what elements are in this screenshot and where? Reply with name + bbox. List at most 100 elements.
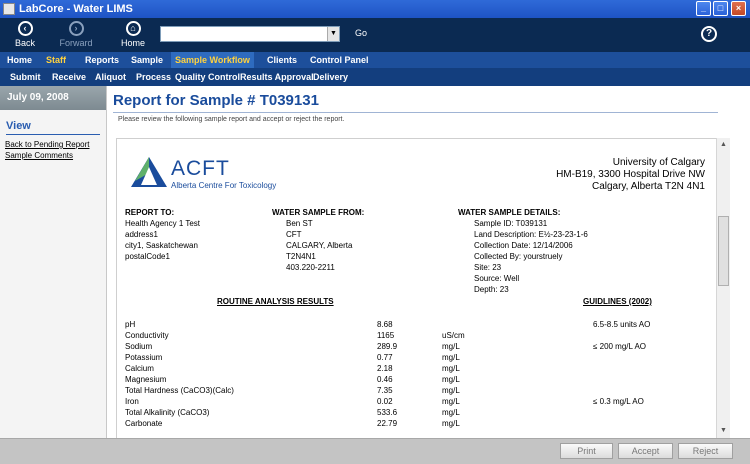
report-pane: ACFT Alberta Centre For Toxicology Unive… (116, 138, 720, 438)
water-sample-from-line: CFT (286, 230, 302, 239)
address-combo[interactable]: ▼ (160, 26, 340, 42)
report-to-line: address1 (125, 230, 158, 239)
back-to-pending-report-link[interactable]: Back to Pending Report (5, 139, 106, 150)
subnav-delivery[interactable]: Delivery (313, 68, 348, 86)
report-to-line: postalCode1 (125, 252, 170, 261)
water-sample-from-block: WATER SAMPLE FROM: Ben ST CFT CALGARY, A… (272, 207, 364, 273)
table-row: Conductivity 1165 uS/cm (125, 330, 705, 341)
analyte-unit: mg/L (442, 375, 460, 384)
scroll-down-icon[interactable]: ▼ (718, 425, 729, 436)
analyte-unit: mg/L (442, 386, 460, 395)
print-button[interactable]: Print (560, 443, 613, 459)
nav-sample[interactable]: Sample (127, 52, 167, 68)
water-sample-from-line: 403.220-2211 (286, 263, 335, 272)
table-row: Total Hardness (CaCO3)(Calc) 7.35 mg/L (125, 385, 705, 396)
analyte-value: 22.79 (377, 419, 398, 428)
back-arrow-icon: ‹ (17, 21, 33, 36)
logo-brand: ACFT (171, 157, 230, 180)
analyte-name: Conductivity (125, 331, 169, 340)
close-button[interactable]: × (731, 1, 746, 16)
nav-control-panel[interactable]: Control Panel (306, 52, 373, 68)
home-label: Home (120, 38, 145, 48)
sidebar-divider (6, 134, 100, 135)
nav-sample-workflow[interactable]: Sample Workflow (171, 52, 254, 68)
subnav-quality-control[interactable]: Quality Control (175, 68, 240, 86)
water-sample-from-line: T2N4N1 (286, 252, 316, 261)
app-icon (3, 3, 15, 15)
lab-address: University of Calgary HM-B19, 3300 Hospi… (556, 157, 705, 193)
analyte-guideline: ≤ 0.3 mg/L AO (593, 397, 644, 406)
window-title: LabCore - Water LIMS (19, 3, 133, 15)
title-bar: LabCore - Water LIMS _ □ × (0, 0, 750, 18)
table-row: Iron 0.02 mg/L ≤ 0.3 mg/L AO (125, 396, 705, 407)
minimize-button[interactable]: _ (696, 1, 711, 16)
sidebar: July 09, 2008 View Back to Pending Repor… (0, 86, 107, 464)
guidelines-header: GUIDLINES (2002) (583, 297, 652, 306)
table-row: Carbonate 22.79 mg/L (125, 418, 705, 429)
analyte-unit: mg/L (442, 419, 460, 428)
page-title: Report for Sample # T039131 (113, 92, 319, 109)
scrollbar-thumb[interactable] (718, 216, 729, 286)
sidebar-date: July 09, 2008 (0, 86, 106, 110)
report-scrollbar[interactable]: ▲ ▼ (716, 138, 730, 438)
table-row: Sodium 289.9 mg/L ≤ 200 mg/L AO (125, 341, 705, 352)
address-line: Calgary, Alberta T2N 4N1 (591, 181, 705, 192)
sample-detail-line: Land Description: E½-23-23-1-6 (474, 230, 588, 239)
analyte-unit: uS/cm (442, 331, 465, 340)
forward-button[interactable]: › Forward (53, 21, 99, 48)
maximize-button[interactable]: □ (713, 1, 728, 16)
reject-button[interactable]: Reject (678, 443, 733, 459)
analyte-name: Carbonate (125, 419, 163, 428)
analyte-value: 2.18 (377, 364, 393, 373)
analyte-value: 8.68 (377, 320, 393, 329)
table-row: Total Alkalinity (CaCO3) 533.6 mg/L (125, 407, 705, 418)
subnav-results-approval[interactable]: Results Approval (240, 68, 314, 86)
analyte-unit: mg/L (442, 364, 460, 373)
analyte-unit: mg/L (442, 408, 460, 417)
nav-staff[interactable]: Staff (42, 52, 70, 68)
analyte-name: Sodium (125, 342, 153, 351)
forward-arrow-icon: › (68, 21, 84, 36)
analyte-value: 0.46 (377, 375, 393, 384)
water-sample-details-block: WATER SAMPLE DETAILS: Sample ID: T039131… (458, 207, 588, 295)
results-table: pH 8.68 6.5-8.5 units AO Conductivity 1165 u… (125, 319, 705, 429)
analyte-unit: mg/L (442, 397, 460, 406)
water-sample-from-header: WATER SAMPLE FROM: (272, 208, 365, 217)
toolbar: ‹ Back › Forward ⌂ Home ▼ Go ? (0, 18, 750, 52)
subnav-submit[interactable]: Submit (10, 68, 41, 86)
table-row: pH 8.68 6.5-8.5 units AO (125, 319, 705, 330)
subnav-process[interactable]: Process (136, 68, 171, 86)
analyte-value: 7.35 (377, 386, 393, 395)
action-bar: Print Accept Reject (0, 438, 750, 464)
home-button[interactable]: ⌂ Home (110, 21, 156, 48)
scroll-up-icon[interactable]: ▲ (718, 139, 729, 150)
water-sample-details-header: WATER SAMPLE DETAILS: (458, 208, 561, 217)
home-icon: ⌂ (125, 21, 141, 36)
acft-logo-icon (131, 157, 167, 187)
analyte-guideline: 6.5-8.5 units AO (593, 320, 651, 329)
analyte-value: 289.9 (377, 342, 398, 351)
dropdown-arrow-icon[interactable]: ▼ (327, 27, 339, 41)
analyte-value: 1165 (377, 331, 395, 340)
nav-home[interactable]: Home (3, 52, 36, 68)
analyte-value: 0.02 (377, 397, 393, 406)
sample-comments-link[interactable]: Sample Comments (5, 150, 106, 161)
sample-detail-line: Collected By: yourstruely (474, 252, 563, 261)
subnav-receive[interactable]: Receive (52, 68, 86, 86)
help-icon[interactable]: ? (701, 26, 717, 42)
nav-clients[interactable]: Clients (263, 52, 301, 68)
nav-reports[interactable]: Reports (81, 52, 123, 68)
report-to-line: city1, Saskatchewan (125, 241, 198, 250)
analyte-unit: mg/L (442, 342, 460, 351)
go-button[interactable]: Go (355, 28, 367, 38)
back-button[interactable]: ‹ Back (2, 21, 48, 48)
title-divider (113, 112, 718, 113)
analyte-unit: mg/L (442, 353, 460, 362)
accept-button[interactable]: Accept (618, 443, 673, 459)
acft-logo: ACFT Alberta Centre For Toxicology (129, 155, 299, 195)
analyte-name: Total Alkalinity (CaCO3) (125, 408, 210, 417)
routine-analysis-header: ROUTINE ANALYSIS RESULTS (217, 297, 334, 306)
subnav-aliquot[interactable]: Aliquot (95, 68, 126, 86)
sample-detail-line: Collection Date: 12/14/2006 (474, 241, 573, 250)
forward-label: Forward (59, 38, 93, 48)
